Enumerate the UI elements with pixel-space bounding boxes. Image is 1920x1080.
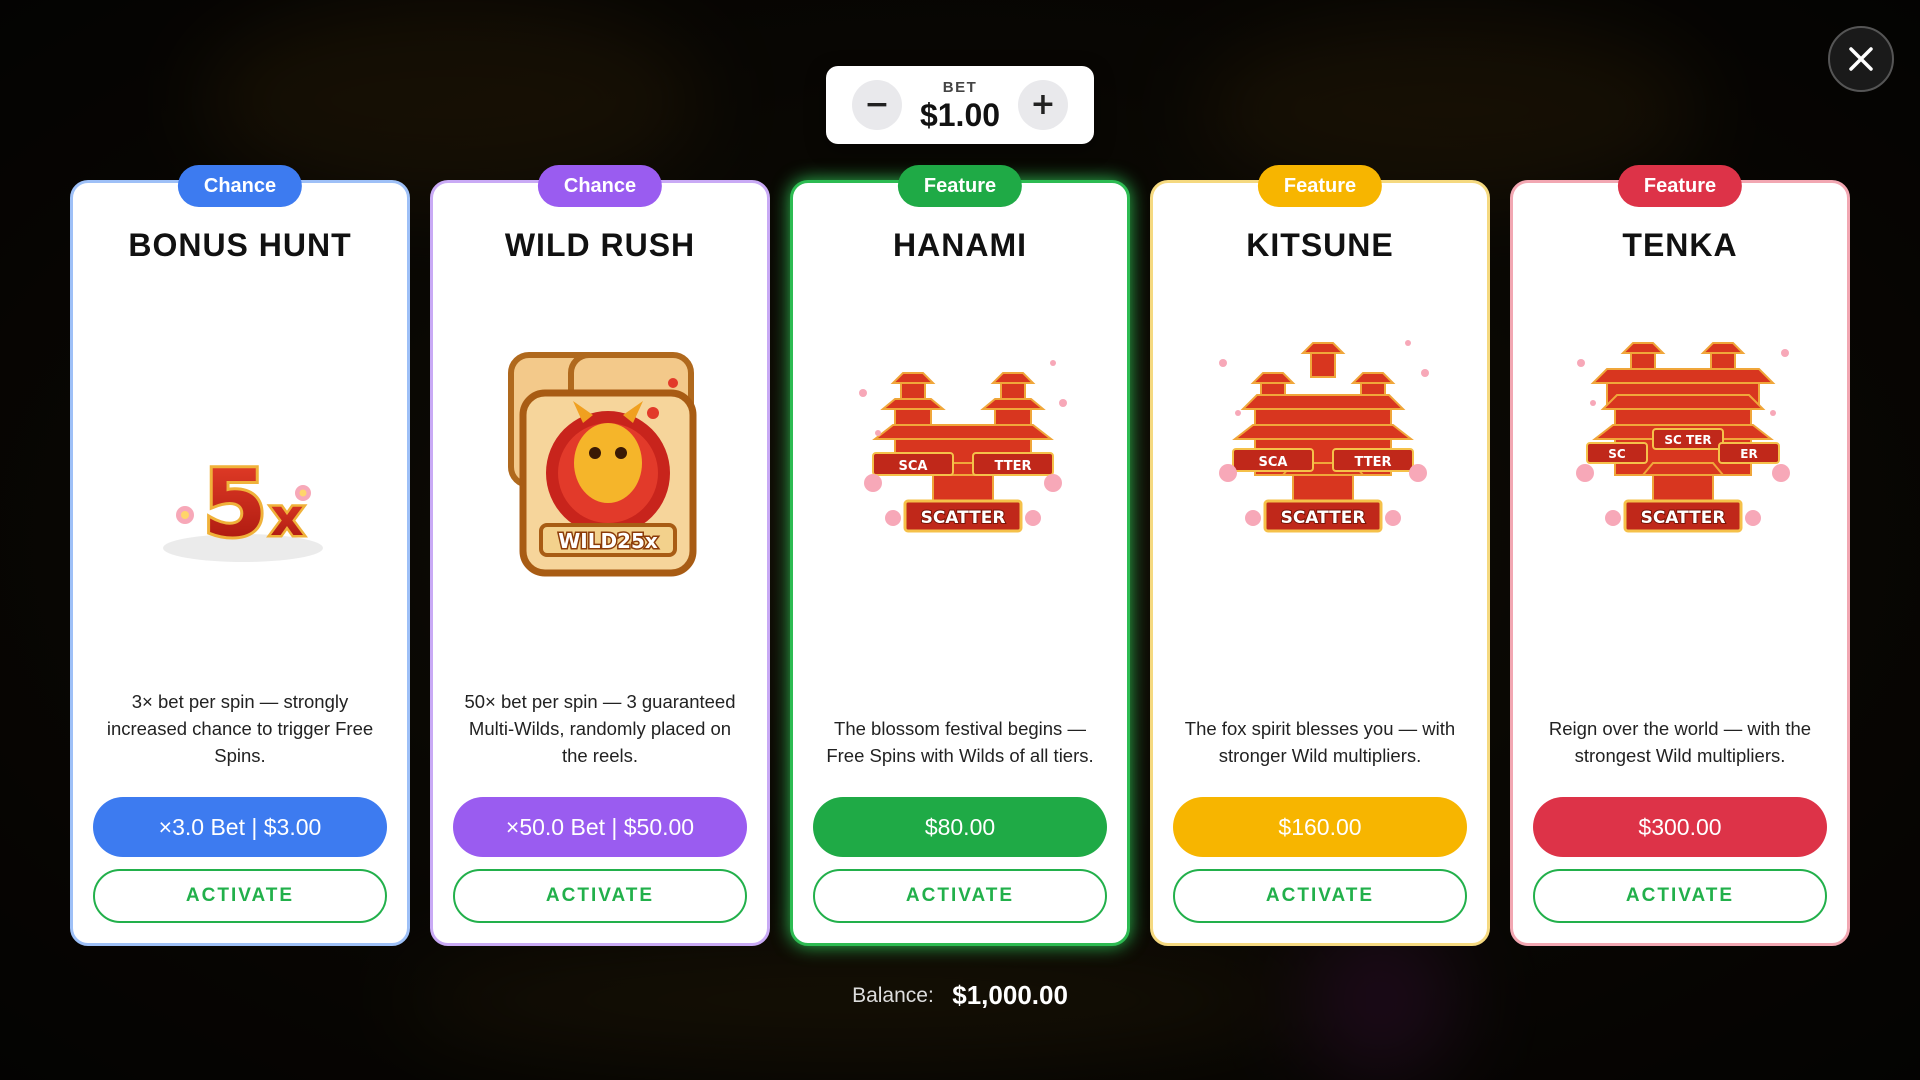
kitsune-card: Feature KITSUNE SCA TTER SCATTER The fox…	[1150, 165, 1490, 946]
svg-text:SC TER: SC TER	[1664, 433, 1711, 447]
close-icon	[1849, 47, 1873, 71]
card-title: WILD RUSH	[504, 227, 696, 263]
increase-bet-button[interactable]: +	[1018, 80, 1068, 130]
balance-display: Balance: $1,000.00	[0, 980, 1920, 1011]
card-description: Reign over the world — with the stronges…	[1548, 718, 1812, 766]
bet-selector: − BET $1.00 +	[826, 66, 1094, 144]
svg-text:5: 5	[203, 450, 267, 557]
card-tag: Feature	[1257, 165, 1383, 207]
scatter-pagodas-image: SCA TTER SCATTER	[843, 303, 1083, 663]
svg-text:SCA: SCA	[899, 459, 928, 474]
activate-button[interactable]: ACTIVATE	[1533, 869, 1827, 923]
card-title: BONUS HUNT	[128, 227, 352, 263]
svg-text:WILD25x: WILD25x	[558, 529, 658, 553]
activate-button[interactable]: ACTIVATE	[1173, 869, 1467, 923]
activate-button[interactable]: ACTIVATE	[453, 869, 747, 923]
close-button[interactable]	[1828, 26, 1894, 92]
svg-text:SCA: SCA	[1259, 455, 1288, 470]
svg-text:SC: SC	[1608, 447, 1626, 461]
svg-text:TTER: TTER	[995, 459, 1032, 474]
hanami-card: Feature HANAMI SCA TTER SCATTER The blos…	[790, 165, 1130, 946]
bonus-hunt-card: Chance BONUS HUNT 5 x 3× bet per spin — …	[70, 165, 410, 946]
bet-cost-button[interactable]: ×3.0 Bet | $3.00	[93, 797, 387, 857]
card-description: 3× bet per spin — strongly increased cha…	[106, 691, 374, 766]
scatter-pagodas-image: SC SC TER ER SCATTER	[1563, 303, 1803, 663]
activate-button[interactable]: ACTIVATE	[93, 869, 387, 923]
card-description: The fox spirit blesses you — with strong…	[1184, 718, 1456, 766]
5x-multiplier-image: 5 x	[123, 303, 363, 663]
balance-label: Balance:	[852, 983, 934, 1007]
tenka-card: Feature TENKA SC SC TER ER SCATTER Reign…	[1510, 165, 1850, 946]
svg-text:TTER: TTER	[1355, 455, 1392, 470]
activate-button[interactable]: ACTIVATE	[813, 869, 1107, 923]
card-tag: Feature	[1617, 165, 1743, 207]
svg-text:SCATTER: SCATTER	[1641, 508, 1726, 528]
balance-value: $1,000.00	[952, 980, 1068, 1010]
card-description: 50× bet per spin — 3 guaranteed Multi-Wi…	[464, 691, 736, 766]
card-title: HANAMI	[893, 227, 1027, 263]
card-description: The blossom festival begins — Free Spins…	[826, 718, 1094, 766]
svg-text:SCATTER: SCATTER	[921, 508, 1006, 528]
feature-price-button[interactable]: $80.00	[813, 797, 1107, 857]
svg-text:ER: ER	[1740, 447, 1757, 461]
feature-price-button[interactable]: $300.00	[1533, 797, 1827, 857]
card-tag: Chance	[177, 165, 303, 207]
card-title: TENKA	[1622, 227, 1738, 263]
card-title: KITSUNE	[1246, 227, 1394, 263]
scatter-pagodas-image: SCA TTER SCATTER	[1203, 303, 1443, 663]
card-tag: Chance	[537, 165, 663, 207]
wild-rush-card: Chance WILD RUSH WILD25x 50× bet per spi…	[430, 165, 770, 946]
card-tag: Feature	[897, 165, 1023, 207]
dragon-wild-image: WILD25x	[483, 303, 723, 663]
svg-text:SCATTER: SCATTER	[1281, 508, 1366, 528]
bet-cost-button[interactable]: ×50.0 Bet | $50.00	[453, 797, 747, 857]
feature-price-button[interactable]: $160.00	[1173, 797, 1467, 857]
